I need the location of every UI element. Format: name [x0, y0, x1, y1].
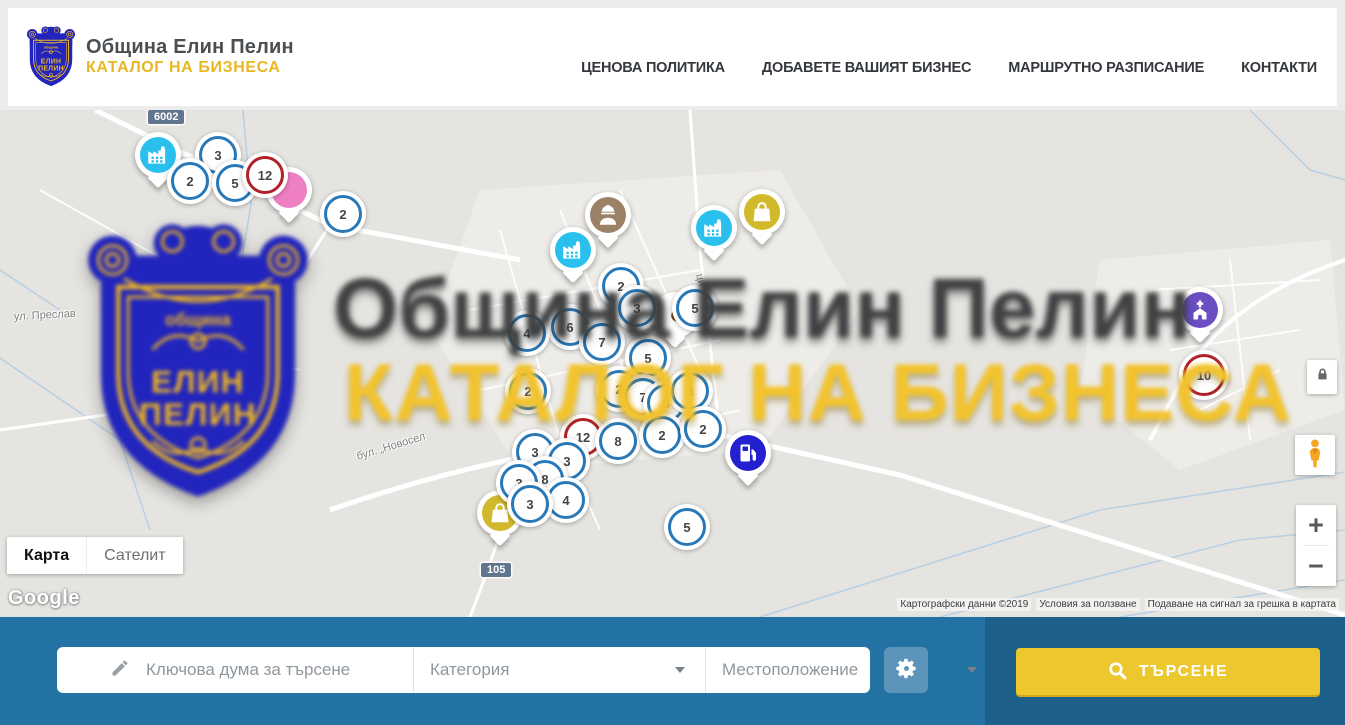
site-logo[interactable]: община ЕЛИН ПЕЛИН Община Елин Пелин КАТА…	[26, 24, 294, 88]
site-title: Община Елин Пелин	[86, 36, 294, 59]
svg-text:ЕЛИН: ЕЛИН	[41, 58, 62, 65]
search-form: Категория Местоположение	[57, 647, 870, 693]
worker-pin[interactable]	[585, 192, 631, 238]
cluster-count: 2	[643, 416, 681, 454]
cluster-count: 3	[511, 485, 549, 523]
zoom-in-button[interactable]: +	[1296, 505, 1336, 545]
keyword-field-wrap	[57, 647, 413, 693]
cluster-count: 3	[618, 289, 656, 327]
cluster-marker[interactable]: 2	[167, 158, 213, 204]
keyword-search-input[interactable]	[144, 659, 358, 681]
cluster-count: 2	[324, 195, 362, 233]
search-bar: Категория Местоположение ТЪРСЕНЕ	[0, 617, 1345, 725]
cluster-count: 4	[508, 314, 546, 352]
cluster-marker[interactable]: 2	[320, 191, 366, 237]
factory-icon	[555, 232, 591, 268]
google-logo[interactable]: Google	[8, 587, 80, 610]
cluster-marker[interactable]: 5	[664, 504, 710, 550]
location-dropdown[interactable]: Местоположение	[705, 647, 997, 693]
header: община ЕЛИН ПЕЛИН Община Елин Пелин КАТА…	[8, 8, 1337, 106]
cluster-marker[interactable]: 5	[672, 285, 718, 331]
cluster-marker[interactable]: 2	[639, 412, 685, 458]
zoom-out-button[interactable]: −	[1296, 546, 1336, 586]
factory-icon	[696, 210, 732, 246]
bag-icon	[744, 194, 780, 230]
cluster-count: 8	[599, 422, 637, 460]
chevron-down-icon	[967, 667, 977, 673]
cluster-count: 5	[668, 508, 706, 546]
cluster-count: 7	[583, 323, 621, 361]
attribution-link[interactable]: Подаване на сигнал за грешка в картата	[1145, 598, 1339, 611]
chevron-down-icon	[675, 667, 685, 673]
factory-pin[interactable]	[691, 205, 737, 251]
factory-pin[interactable]	[550, 227, 596, 273]
worker-icon	[590, 197, 626, 233]
cluster-count: 12	[246, 156, 284, 194]
cluster-marker[interactable]: 12	[242, 152, 288, 198]
map-type-satellite-button[interactable]: Сателит	[86, 537, 182, 574]
category-dropdown[interactable]: Категория	[413, 647, 705, 693]
nav-item[interactable]: МАРШРУТНО РАЗПИСАНИЕ	[1008, 60, 1204, 76]
zoom-control: + −	[1296, 505, 1336, 586]
search-button[interactable]: ТЪРСЕНЕ	[1016, 648, 1320, 695]
nav-item[interactable]: ЦЕНОВА ПОЛИТИКА	[581, 60, 725, 76]
cluster-marker[interactable]: 3	[507, 481, 553, 527]
search-button-label: ТЪРСЕНЕ	[1139, 663, 1229, 681]
lock-icon	[1316, 367, 1329, 387]
gear-icon	[895, 657, 918, 683]
map-type-control: Карта Сателит	[7, 537, 183, 574]
cluster-marker[interactable]: 2	[505, 368, 551, 414]
cluster-count: 2	[509, 372, 547, 410]
cluster-count: 2	[171, 162, 209, 200]
svg-text:община: община	[44, 46, 59, 50]
church-pin[interactable]	[1177, 287, 1223, 333]
road-shield: 6002	[148, 110, 184, 124]
cluster-count: 10	[1183, 354, 1225, 396]
nav-item[interactable]: КОНТАКТИ	[1241, 60, 1317, 76]
cluster-count: 5	[676, 289, 714, 327]
cluster-marker[interactable]: 4	[504, 310, 550, 356]
map-attribution: Картографски данни ©2019 Условия за ползв…	[897, 598, 1339, 611]
road-shield: 105	[481, 563, 511, 577]
location-dropdown-label: Местоположение	[722, 660, 858, 680]
map-canvas[interactable]: 6002105ул. Преславбул. „Новоселции 32512…	[0, 110, 1345, 617]
svg-text:ПЕЛИН: ПЕЛИН	[38, 66, 64, 73]
cluster-count: 4	[671, 372, 709, 410]
cluster-marker[interactable]: 8	[595, 418, 641, 464]
cluster-marker[interactable]: 10	[1179, 350, 1229, 400]
cluster-marker[interactable]: 3	[614, 285, 660, 331]
fuel-icon	[730, 435, 766, 471]
shopping-bag-pin[interactable]	[739, 189, 785, 235]
category-dropdown-label: Категория	[430, 660, 509, 680]
church-icon	[1182, 292, 1218, 328]
nav-item[interactable]: ДОБАВЕТЕ ВАШИЯТ БИЗНЕС	[762, 60, 971, 76]
search-icon	[1108, 661, 1127, 683]
cluster-marker[interactable]: 2	[680, 406, 726, 452]
advanced-search-button[interactable]	[884, 647, 928, 693]
map-type-map-button[interactable]: Карта	[7, 537, 86, 574]
cluster-count: 2	[684, 410, 722, 448]
fuel-pin[interactable]	[725, 430, 771, 476]
pencil-icon	[110, 658, 130, 683]
attribution-link[interactable]: Условия за ползване	[1036, 598, 1139, 611]
pegman-icon	[1304, 438, 1326, 473]
site-subtitle: КАТАЛОГ НА БИЗНЕСА	[86, 59, 294, 77]
street-view-pegman[interactable]	[1295, 435, 1335, 475]
main-nav: ЦЕНОВА ПОЛИТИКА ДОБАВЕТЕ ВАШИЯТ БИЗНЕС МАР…	[581, 60, 1317, 76]
attribution-text: Картографски данни ©2019	[897, 598, 1031, 611]
lock-control[interactable]	[1307, 360, 1337, 394]
cluster-marker[interactable]: 7	[579, 319, 625, 365]
municipality-crest-logo: община ЕЛИН ПЕЛИН	[26, 24, 76, 88]
